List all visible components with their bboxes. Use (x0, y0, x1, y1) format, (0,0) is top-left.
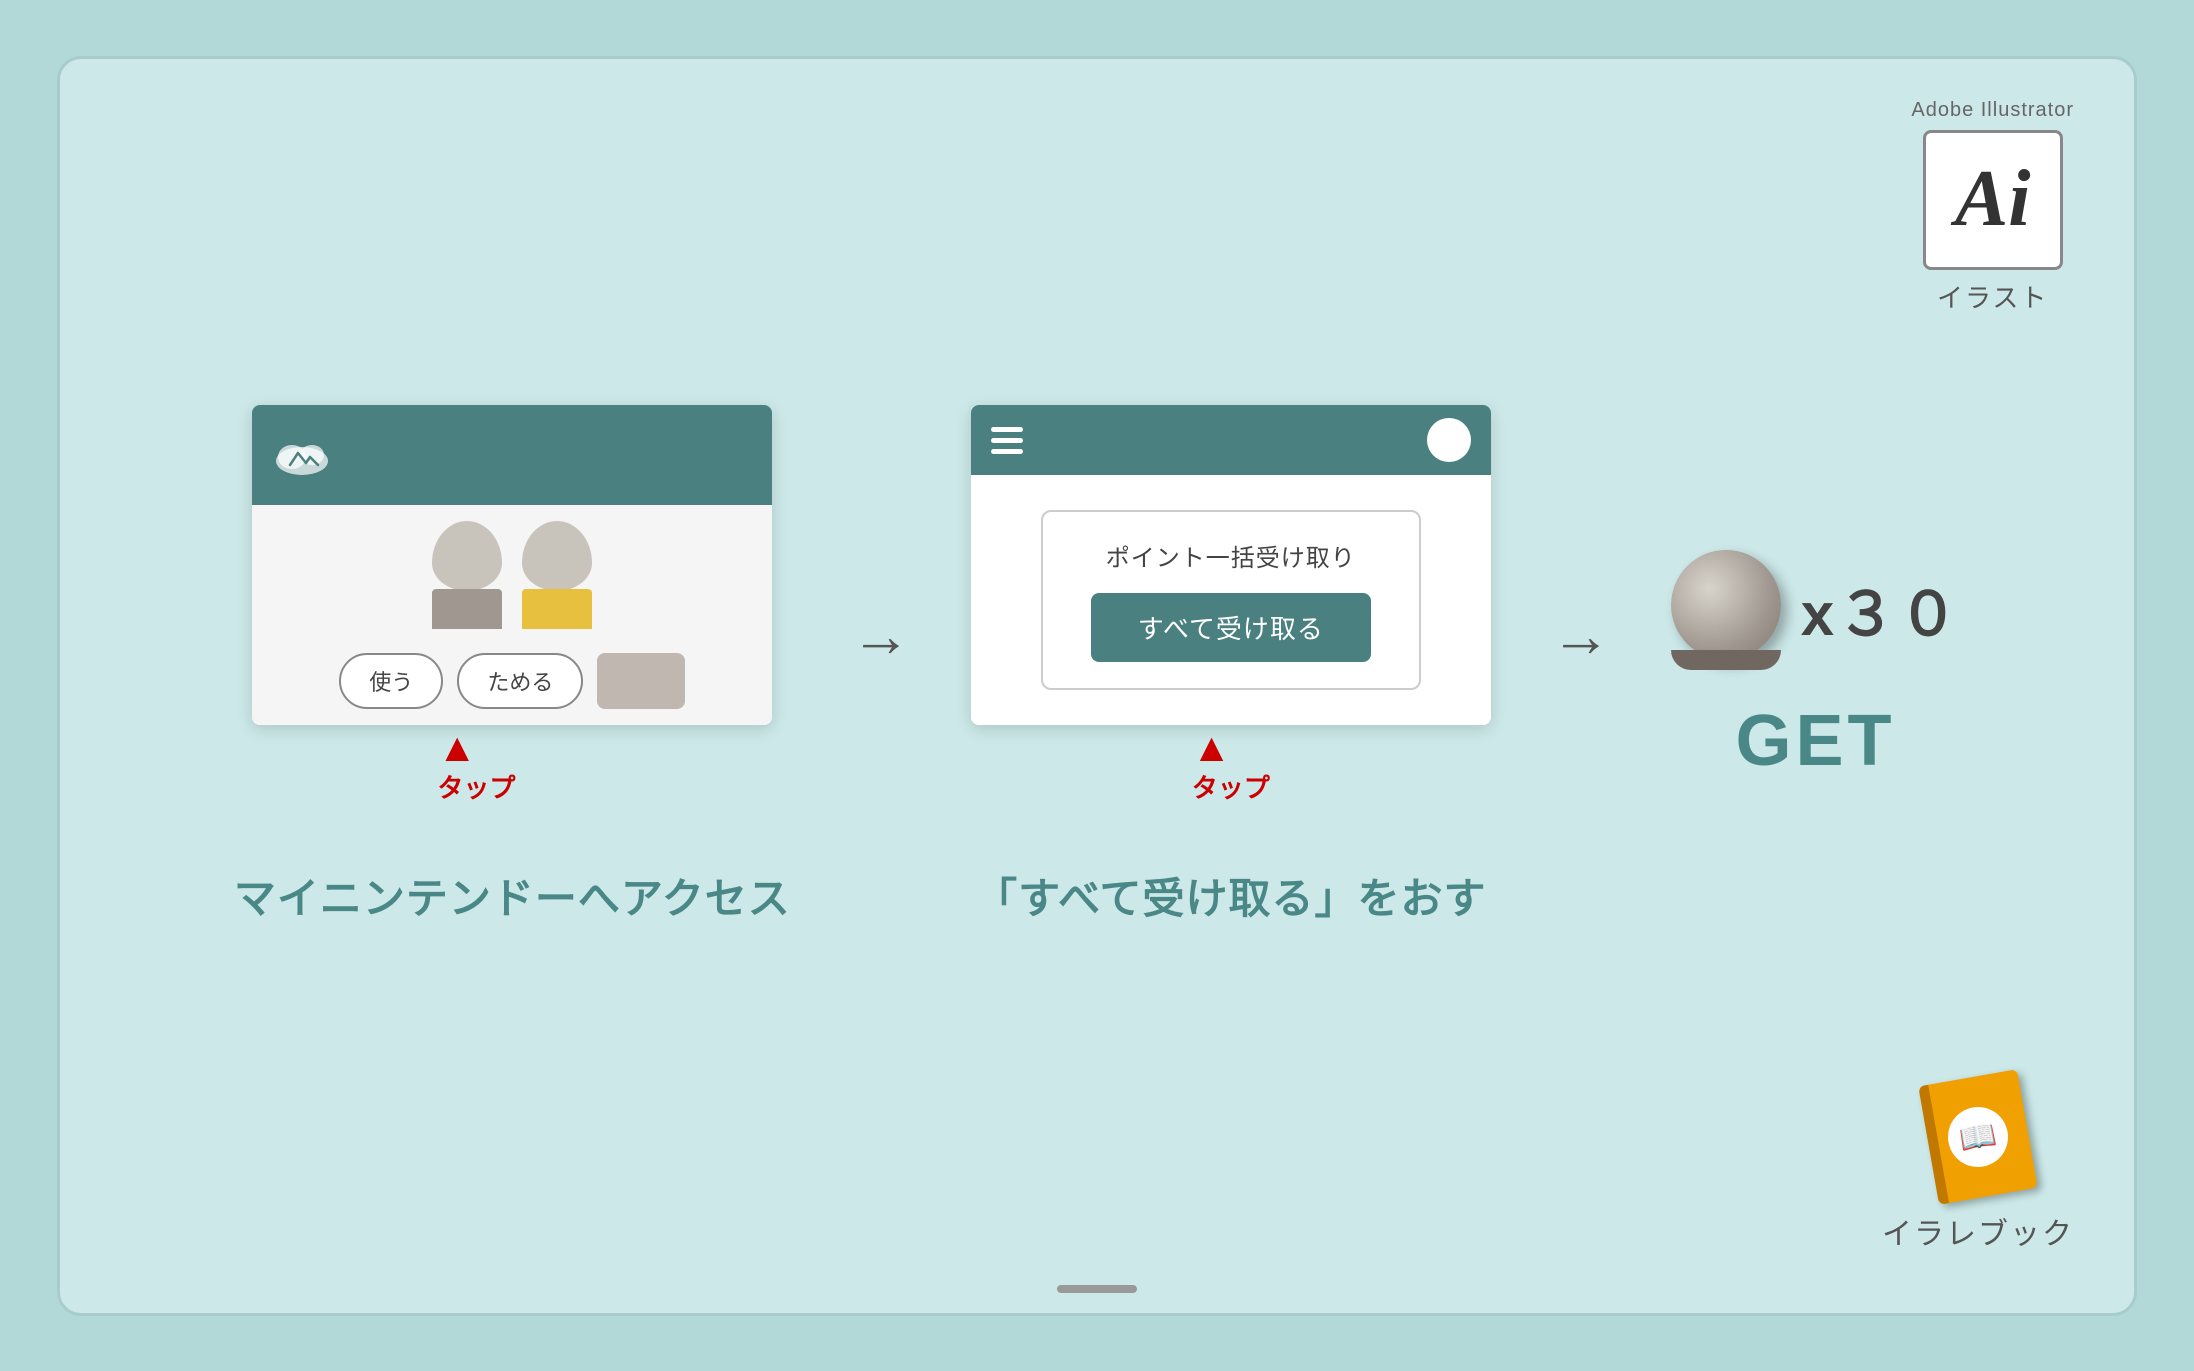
cloud-icon (272, 433, 332, 478)
point-card: ポイント一括受け取り すべて受け取る (1041, 510, 1421, 690)
screen2-body: ポイント一括受け取り すべて受け取る (971, 475, 1491, 725)
button-row: 使う ためる (339, 653, 685, 709)
tap2-annotation: ▲ タップ (1192, 728, 1270, 805)
hamburger-line-1 (991, 427, 1023, 432)
bottom-indicator (1057, 1285, 1137, 1293)
btn-tsukau[interactable]: 使う (339, 653, 443, 709)
step2-screen-wrapper: ポイント一括受け取り すべて受け取る ▲ タップ (971, 405, 1491, 725)
book-label: イラレブック (1882, 1209, 2074, 1253)
ai-app-label: Adobe Illustrator (1911, 99, 2074, 122)
tap2-label: タップ (1192, 768, 1270, 805)
receive-btn[interactable]: すべて受け取る (1091, 593, 1371, 662)
ai-badge: Adobe Illustrator Ai イラスト (1911, 99, 2074, 315)
get-label: GET (1735, 700, 1895, 782)
ai-icon: Ai (1923, 130, 2063, 270)
coin-face (1671, 550, 1781, 660)
avatar-row (432, 521, 592, 629)
coin-wrapper (1671, 550, 1781, 670)
book-icon-inner: 📖 (1943, 1102, 2013, 1172)
step2-label: 「すべて受け取る」をおす (975, 865, 1486, 926)
hamburger-icon (991, 427, 1023, 454)
avatar-1 (432, 521, 502, 629)
book-icon: 📖 (1918, 1069, 2037, 1205)
avatar-head-1 (432, 521, 502, 591)
header-circle-btn[interactable] (1427, 418, 1471, 462)
step1-screen-wrapper: 使う ためる ▲ タップ (252, 405, 772, 725)
screen1-body: 使う ためる (252, 505, 772, 725)
step1-label: マイニンテンドーへアクセス (234, 865, 791, 926)
point-card-title: ポイント一括受け取り (1106, 538, 1356, 573)
avatar-body-1 (432, 589, 502, 629)
screen-mockup-2: ポイント一括受け取り すべて受け取る (971, 405, 1491, 725)
screen-mockup-1: 使う ためる (252, 405, 772, 725)
coin-row: x３０ (1671, 550, 1960, 670)
get-block: x３０ GET (1671, 550, 1960, 782)
tap2-arrow-up: ▲ (1192, 728, 1270, 768)
screen1-header (252, 405, 772, 505)
main-canvas: Adobe Illustrator Ai イラスト 📖 イラレブック (57, 56, 2137, 1316)
avatar-2 (522, 521, 592, 629)
avatar-body-2 (522, 589, 592, 629)
arrow-1: → (851, 601, 911, 670)
coin-side (1671, 650, 1781, 670)
step1-block: 使う ためる ▲ タップ マイニンテンドーへアクセス (234, 405, 791, 926)
tap1-arrow-up: ▲ (437, 728, 515, 768)
arrow-2: → (1551, 601, 1611, 670)
tap1-annotation: ▲ タップ (437, 728, 515, 805)
hamburger-line-2 (991, 438, 1023, 443)
screen2-header (971, 405, 1491, 475)
ai-icon-text: Ai (1955, 154, 2031, 245)
book-badge: 📖 イラレブック (1882, 1077, 2074, 1253)
ai-sublabel: イラスト (1937, 278, 2048, 315)
avatar-head-2 (522, 521, 592, 591)
step2-block: ポイント一括受け取り すべて受け取る ▲ タップ 「すべて受け取る」をおす (971, 405, 1491, 926)
btn-blank (597, 653, 685, 709)
btn-tameru[interactable]: ためる (457, 653, 583, 709)
main-content: 使う ためる ▲ タップ マイニンテンドーへアクセス → (234, 405, 1960, 926)
x30-label: x３０ (1801, 566, 1960, 653)
hamburger-line-3 (991, 449, 1023, 454)
tap1-label: タップ (437, 768, 515, 805)
